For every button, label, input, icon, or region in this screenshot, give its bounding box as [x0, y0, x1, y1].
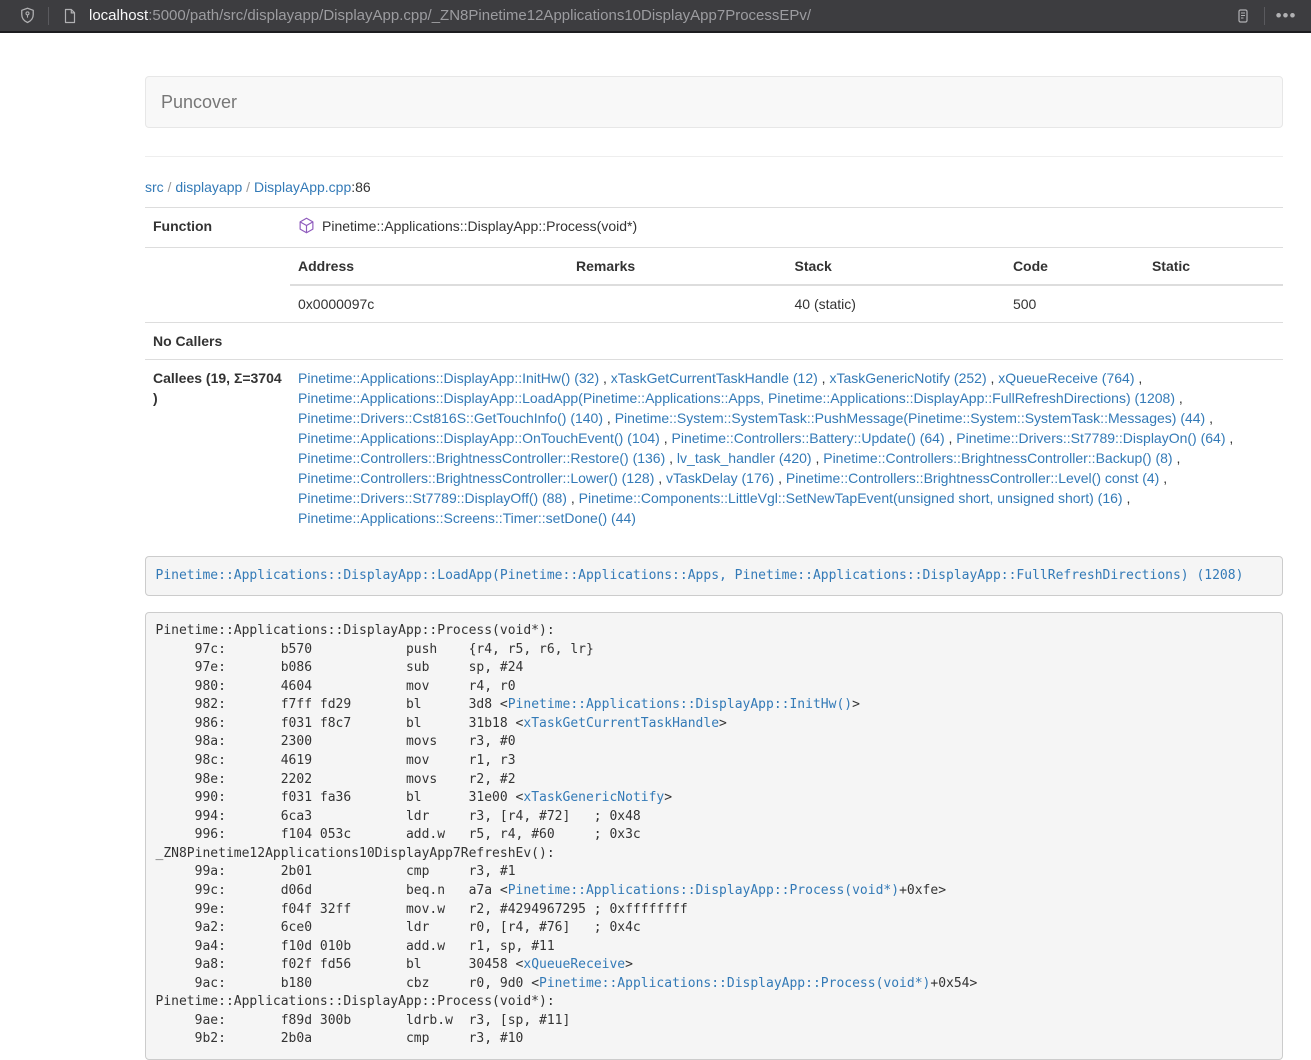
no-callers-row: No Callers: [145, 323, 1283, 360]
callee-link[interactable]: Pinetime::Controllers::BrightnessControl…: [786, 470, 1159, 486]
function-row-label: Function: [145, 208, 290, 248]
browser-toolbar: localhost:5000/path/src/displayapp/Displ…: [0, 0, 1311, 33]
disassembly-symbol-link[interactable]: xQueueReceive: [523, 957, 625, 972]
breadcrumb-link[interactable]: displayapp: [175, 179, 242, 195]
callee-link[interactable]: Pinetime::Drivers::St7789::DisplayOn() (…: [956, 430, 1225, 446]
callee-link[interactable]: lv_task_handler (420): [677, 450, 812, 466]
toolbar-divider: [1264, 7, 1265, 25]
callee-link[interactable]: Pinetime::Controllers::BrightnessControl…: [823, 450, 1172, 466]
col-header-static: Static: [1144, 248, 1283, 285]
symbol-cube-icon: [298, 217, 315, 239]
no-callers-label: No Callers: [145, 323, 290, 360]
stats-header-row: Address Remarks Stack Code Static: [290, 248, 1283, 285]
breadcrumb-line-number: :86: [351, 179, 370, 195]
address-value: 0x0000097c: [290, 285, 568, 322]
app-brand[interactable]: Puncover: [161, 92, 237, 113]
remarks-value: [568, 285, 786, 322]
url-path: :5000/path/src/displayapp/DisplayApp.cpp…: [148, 7, 811, 24]
callee-link[interactable]: Pinetime::Drivers::St7789::DisplayOff() …: [298, 490, 567, 506]
callee-link[interactable]: Pinetime::Applications::Screens::Timer::…: [298, 510, 636, 526]
col-header-remarks: Remarks: [568, 248, 786, 285]
reader-view-icon[interactable]: [1230, 3, 1256, 29]
breadcrumb: src / displayapp / DisplayApp.cpp:86: [145, 177, 1283, 197]
col-header-stack: Stack: [786, 248, 1004, 285]
function-name: Pinetime::Applications::DisplayApp::Proc…: [322, 218, 637, 234]
url-host: localhost: [89, 7, 148, 24]
callee-link[interactable]: Pinetime::System::SystemTask::PushMessag…: [615, 410, 1206, 426]
callee-link[interactable]: Pinetime::Applications::DisplayApp::Init…: [298, 370, 599, 386]
stats-value-row: 0x0000097c 40 (static) 500: [290, 285, 1283, 322]
menu-dots-icon[interactable]: •••: [1273, 3, 1299, 29]
disassembly-symbol-link[interactable]: Pinetime::Applications::DisplayApp::Proc…: [508, 883, 899, 898]
page-content: Puncover src / displayapp / DisplayApp.c…: [0, 33, 1311, 1060]
stats-row: Address Remarks Stack Code Static 0x0000…: [145, 248, 1283, 323]
col-header-code: Code: [1005, 248, 1144, 285]
snippet-link[interactable]: Pinetime::Applications::DisplayApp::Load…: [156, 568, 1244, 583]
disassembly-symbol-link[interactable]: Pinetime::Applications::DisplayApp::Init…: [508, 697, 852, 712]
disassembly-symbol-link[interactable]: xTaskGetCurrentTaskHandle: [523, 716, 719, 731]
shield-icon[interactable]: [14, 3, 40, 29]
toolbar-divider: [48, 7, 49, 25]
callee-link[interactable]: xQueueReceive (764): [998, 370, 1134, 386]
callee-link[interactable]: Pinetime::Drivers::Cst816S::GetTouchInfo…: [298, 410, 603, 426]
snippet-box: Pinetime::Applications::DisplayApp::Load…: [145, 556, 1283, 596]
stats-table: Address Remarks Stack Code Static 0x0000…: [290, 248, 1283, 322]
callees-label: Callees (19, Σ=3704 ): [145, 360, 290, 537]
divider: [145, 156, 1283, 157]
disassembly-code: Pinetime::Applications::DisplayApp::Proc…: [145, 612, 1283, 1060]
callee-link[interactable]: Pinetime::Components::LittleVgl::SetNewT…: [579, 490, 1123, 506]
breadcrumb-separator: /: [242, 179, 254, 195]
callee-link[interactable]: Pinetime::Controllers::BrightnessControl…: [298, 450, 665, 466]
breadcrumb-link[interactable]: src: [145, 179, 164, 195]
callee-link[interactable]: Pinetime::Applications::DisplayApp::Load…: [298, 390, 1175, 406]
disassembly-symbol-link[interactable]: xTaskGenericNotify: [523, 790, 664, 805]
col-header-address: Address: [290, 248, 568, 285]
disassembly-symbol-link[interactable]: Pinetime::Applications::DisplayApp::Proc…: [539, 976, 930, 991]
callees-list: Pinetime::Applications::DisplayApp::Init…: [290, 360, 1283, 537]
stack-value: 40 (static): [786, 285, 1004, 322]
callee-link[interactable]: Pinetime::Controllers::BrightnessControl…: [298, 470, 654, 486]
code-value: 500: [1005, 285, 1144, 322]
address-bar[interactable]: localhost:5000/path/src/displayapp/Displ…: [89, 7, 1230, 24]
function-info-table: Function Pinetime::Applications::Display…: [145, 207, 1283, 536]
breadcrumb-separator: /: [164, 179, 176, 195]
function-row: Function Pinetime::Applications::Display…: [145, 208, 1283, 248]
callee-link[interactable]: xTaskGenericNotify (252): [829, 370, 986, 386]
callee-link[interactable]: vTaskDelay (176): [666, 470, 774, 486]
static-value: [1144, 285, 1283, 322]
page-info-icon[interactable]: [57, 3, 83, 29]
callee-link[interactable]: xTaskGetCurrentTaskHandle (12): [611, 370, 818, 386]
callee-link[interactable]: Pinetime::Controllers::Battery::Update()…: [672, 430, 945, 446]
callees-row: Callees (19, Σ=3704 ) Pinetime::Applicat…: [145, 360, 1283, 537]
callee-link[interactable]: Pinetime::Applications::DisplayApp::OnTo…: [298, 430, 660, 446]
breadcrumb-link[interactable]: DisplayApp.cpp: [254, 179, 351, 195]
app-navbar: Puncover: [145, 76, 1283, 128]
